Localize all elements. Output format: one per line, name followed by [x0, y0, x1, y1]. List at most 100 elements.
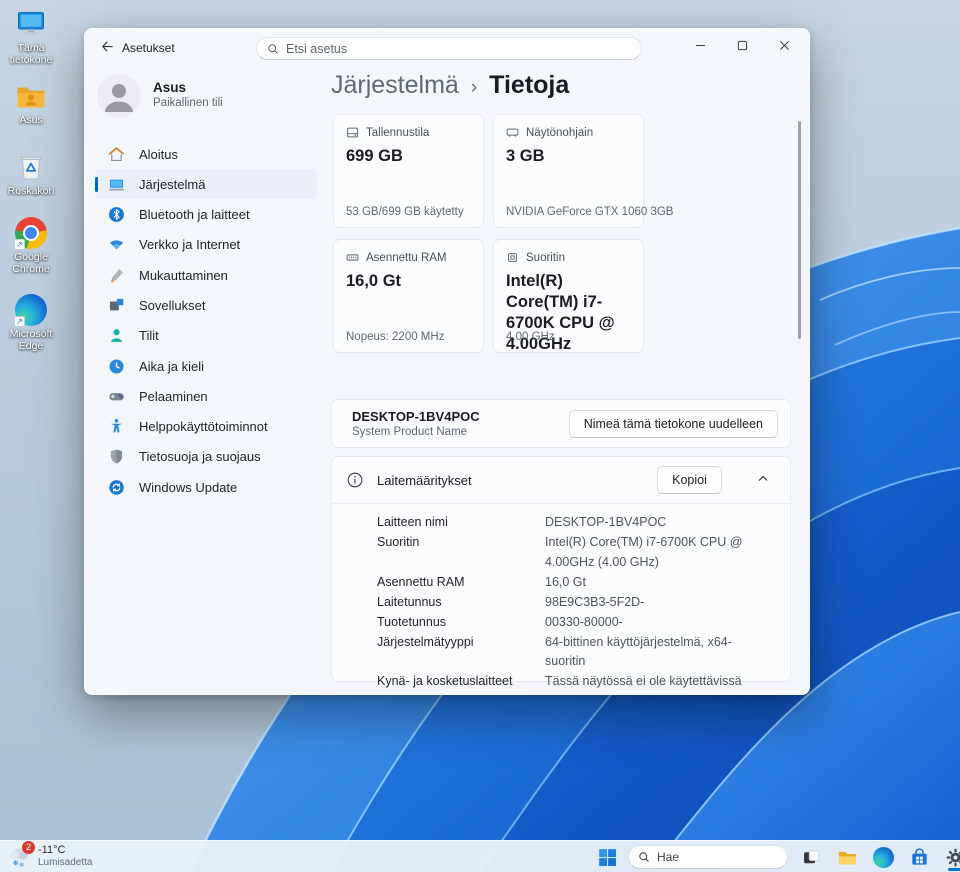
sidebar-item[interactable]: Bluetooth ja laitteet: [95, 200, 317, 230]
sidebar-item[interactable]: Mukauttaminen: [95, 260, 317, 290]
sidebar-item[interactable]: Verkko ja Internet: [95, 230, 317, 260]
shortcut-arrow-icon: ↗: [14, 316, 25, 327]
breadcrumb: Järjestelmä › Tietoja: [331, 71, 569, 100]
sidebar-item[interactable]: Tilit: [95, 321, 317, 351]
taskbar-search-input[interactable]: Hae: [628, 845, 788, 869]
card-label: Tallennustila: [366, 127, 429, 139]
desktop-icon-label: Google Chrome: [0, 252, 62, 275]
taskbar: ❄ ❄ 2 -11°C Lumisadetta Hae: [0, 840, 960, 872]
specs-header[interactable]: Laitemääritykset Kopioi: [332, 457, 790, 503]
taskbar-app[interactable]: [940, 843, 960, 871]
sidebar-item[interactable]: Helppokäyttötoiminnot: [95, 412, 317, 442]
device-name-panel: DESKTOP-1BV4POC System Product Name Nime…: [331, 399, 791, 448]
spec-label: Laitetunnus: [377, 593, 545, 613]
chevron-up-icon: [757, 473, 769, 485]
spec-row: Asennettu RAM 16,0 Gt: [377, 573, 768, 593]
taskbar-app[interactable]: [904, 843, 934, 871]
active-indicator: [948, 868, 960, 871]
start-button[interactable]: [592, 843, 622, 871]
sidebar-item-label: Pelaaminen: [139, 389, 208, 404]
weather-widget[interactable]: ❄ ❄ 2 -11°C Lumisadetta: [6, 843, 92, 869]
taskbar-center: Hae: [592, 841, 960, 872]
sidebar-item[interactable]: Järjestelmä: [95, 169, 317, 199]
sidebar-item[interactable]: Sovellukset: [95, 290, 317, 320]
spec-row: Tuotetunnus 00330-80000-: [377, 613, 768, 633]
sidebar-item-label: Helppokäyttötoiminnot: [139, 419, 268, 434]
recycle-bin-icon: [15, 151, 47, 183]
sidebar-item-label: Järjestelmä: [139, 177, 205, 192]
desktop-icon-label: Microsoft Edge: [0, 329, 62, 352]
user-profile[interactable]: Asus Paikallinen tili: [97, 74, 317, 118]
rename-pc-button[interactable]: Nimeä tämä tietokone uudelleen: [569, 410, 778, 438]
card-value: 699 GB: [346, 146, 471, 167]
card-value: 16,0 Gt: [346, 271, 471, 292]
back-button[interactable]: [95, 36, 119, 60]
collapse-button[interactable]: [746, 466, 780, 494]
close-button[interactable]: [763, 31, 805, 60]
desktop-icon[interactable]: Roskakori: [0, 151, 62, 198]
home-icon: [108, 146, 125, 163]
card-label: Näytönohjain: [526, 127, 593, 139]
sidebar-item[interactable]: Aika ja kieli: [95, 351, 317, 381]
card-detail: 4.00 GHz: [506, 331, 635, 343]
storage-icon: [346, 126, 359, 139]
card-value: 3 GB: [506, 146, 631, 167]
maximize-icon: [737, 40, 748, 51]
spec-row: Järjestelmätyyppi 64-bittinen käyttöjärj…: [377, 633, 768, 672]
sidebar-item[interactable]: Windows Update: [95, 472, 317, 502]
sidebar-item[interactable]: Tietosuoja ja suojaus: [95, 442, 317, 472]
spec-row: Laitteen nimi DESKTOP-1BV4POC: [377, 513, 768, 533]
spec-label: Tuotetunnus: [377, 613, 545, 633]
desktop-icon[interactable]: Tämä tietokone: [0, 8, 62, 66]
spec-value: Tässä näytössä ei ole käytettävissä kynä…: [545, 672, 768, 695]
copy-button[interactable]: Kopioi: [657, 466, 722, 494]
maximize-button[interactable]: [721, 31, 763, 60]
desktop-icon[interactable]: Asus: [0, 80, 62, 127]
taskbar-app[interactable]: [832, 843, 862, 871]
spec-label: Asennettu RAM: [377, 573, 545, 593]
spec-value: 16,0 Gt: [545, 573, 768, 593]
spec-card: Asennettu RAM 16,0 Gt Nopeus: 2200 MHz: [333, 239, 484, 353]
device-name: DESKTOP-1BV4POC: [352, 409, 480, 424]
spec-label: Suoritin: [377, 533, 545, 572]
taskbar-app[interactable]: [796, 843, 826, 871]
notification-badge: 2: [22, 841, 35, 854]
spec-label: Kynä- ja kosketuslaitteet: [377, 672, 545, 695]
windows-start-icon: [597, 847, 618, 868]
selected-indicator: [95, 177, 98, 192]
taskbar-app[interactable]: [868, 843, 898, 871]
desktop-icon[interactable]: ↗ Microsoft Edge: [0, 294, 62, 352]
desktop-icon-label: Tämä tietokone: [0, 43, 62, 66]
sidebar-item-label: Aika ja kieli: [139, 359, 204, 374]
desktop-icon[interactable]: ↗ Google Chrome: [0, 217, 62, 275]
sidebar-item-label: Mukauttaminen: [139, 268, 228, 283]
sidebar-item[interactable]: Aloitus: [95, 139, 317, 169]
sidebar-item[interactable]: Pelaaminen: [95, 381, 317, 411]
info-icon: [347, 472, 363, 488]
spec-row: Suoritin Intel(R) Core(TM) i7-6700K CPU …: [377, 533, 768, 572]
minimize-button[interactable]: [679, 31, 721, 60]
breadcrumb-parent[interactable]: Järjestelmä: [331, 71, 459, 100]
settings-search-input[interactable]: Etsi asetus: [256, 37, 642, 60]
specs-rows: Laitteen nimi DESKTOP-1BV4POC Suoritin I…: [332, 503, 790, 695]
spec-row: Kynä- ja kosketuslaitteet Tässä näytössä…: [377, 672, 768, 695]
scrollbar-thumb[interactable]: [798, 121, 801, 339]
spec-value: DESKTOP-1BV4POC: [545, 513, 768, 533]
card-detail: Nopeus: 2200 MHz: [346, 331, 475, 343]
page-title: Tietoja: [489, 71, 569, 100]
apps-icon: [108, 297, 125, 314]
desktop-icon-label: Asus: [0, 115, 62, 127]
this-pc-icon: [15, 8, 47, 40]
gpu-icon: [506, 126, 519, 139]
taskbar-apps: [796, 843, 960, 871]
explorer-icon: [837, 847, 858, 868]
specs-title: Laitemääritykset: [377, 473, 472, 488]
close-icon: [779, 40, 790, 51]
weather-condition: Lumisadetta: [38, 857, 92, 869]
store-icon: [909, 847, 930, 868]
account-type: Paikallinen tili: [153, 97, 223, 109]
edge-icon: [873, 847, 894, 868]
shortcut-arrow-icon: ↗: [14, 239, 25, 250]
spec-label: Laitteen nimi: [377, 513, 545, 533]
gaming-icon: [108, 388, 125, 405]
